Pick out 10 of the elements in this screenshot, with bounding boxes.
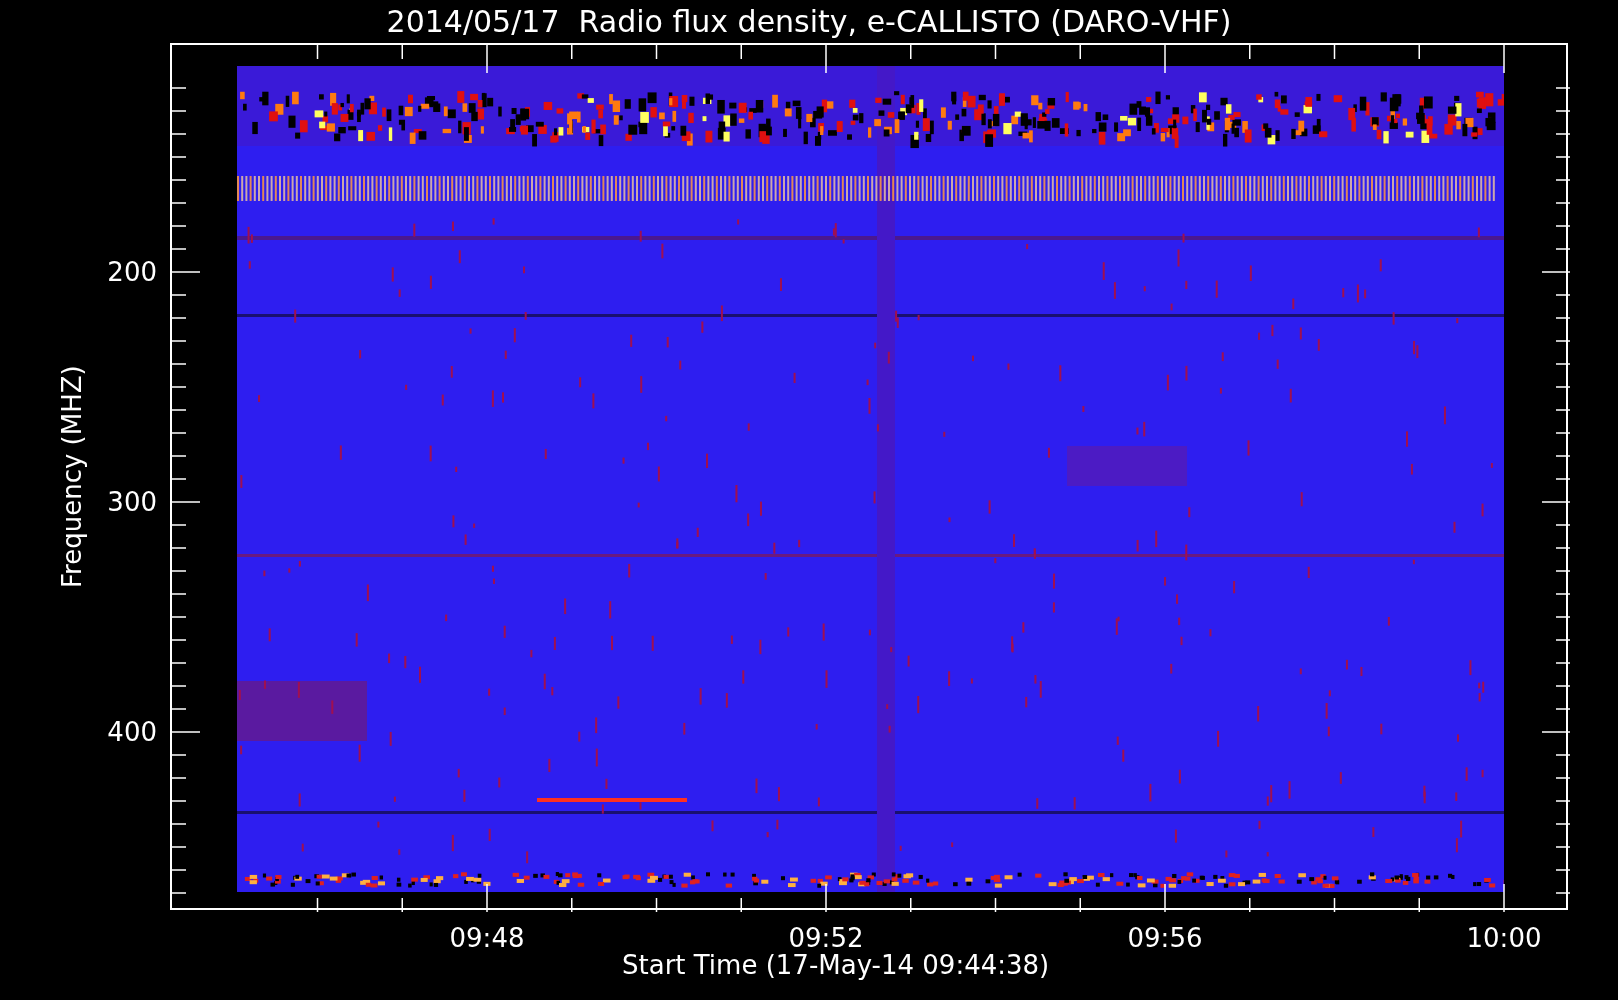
y-tick-label: 200 <box>106 259 157 285</box>
y-tick-label: 300 <box>106 489 157 515</box>
y-axis-label: Frequency (MHZ) <box>59 368 85 588</box>
chart-title: 2014/05/17 Radio flux density, e-CALLISTO (DARO-VHF) <box>386 6 1232 37</box>
x-tick-label: 09:56 <box>1126 925 1204 951</box>
x-tick-label: 09:52 <box>787 925 865 951</box>
y-tick-label: 400 <box>106 719 157 745</box>
x-tick-label: 09:48 <box>448 925 526 951</box>
x-tick-label: 10:00 <box>1465 925 1543 951</box>
x-axis-label: Start Time (17-May-14 09:44:38) <box>622 952 1050 978</box>
